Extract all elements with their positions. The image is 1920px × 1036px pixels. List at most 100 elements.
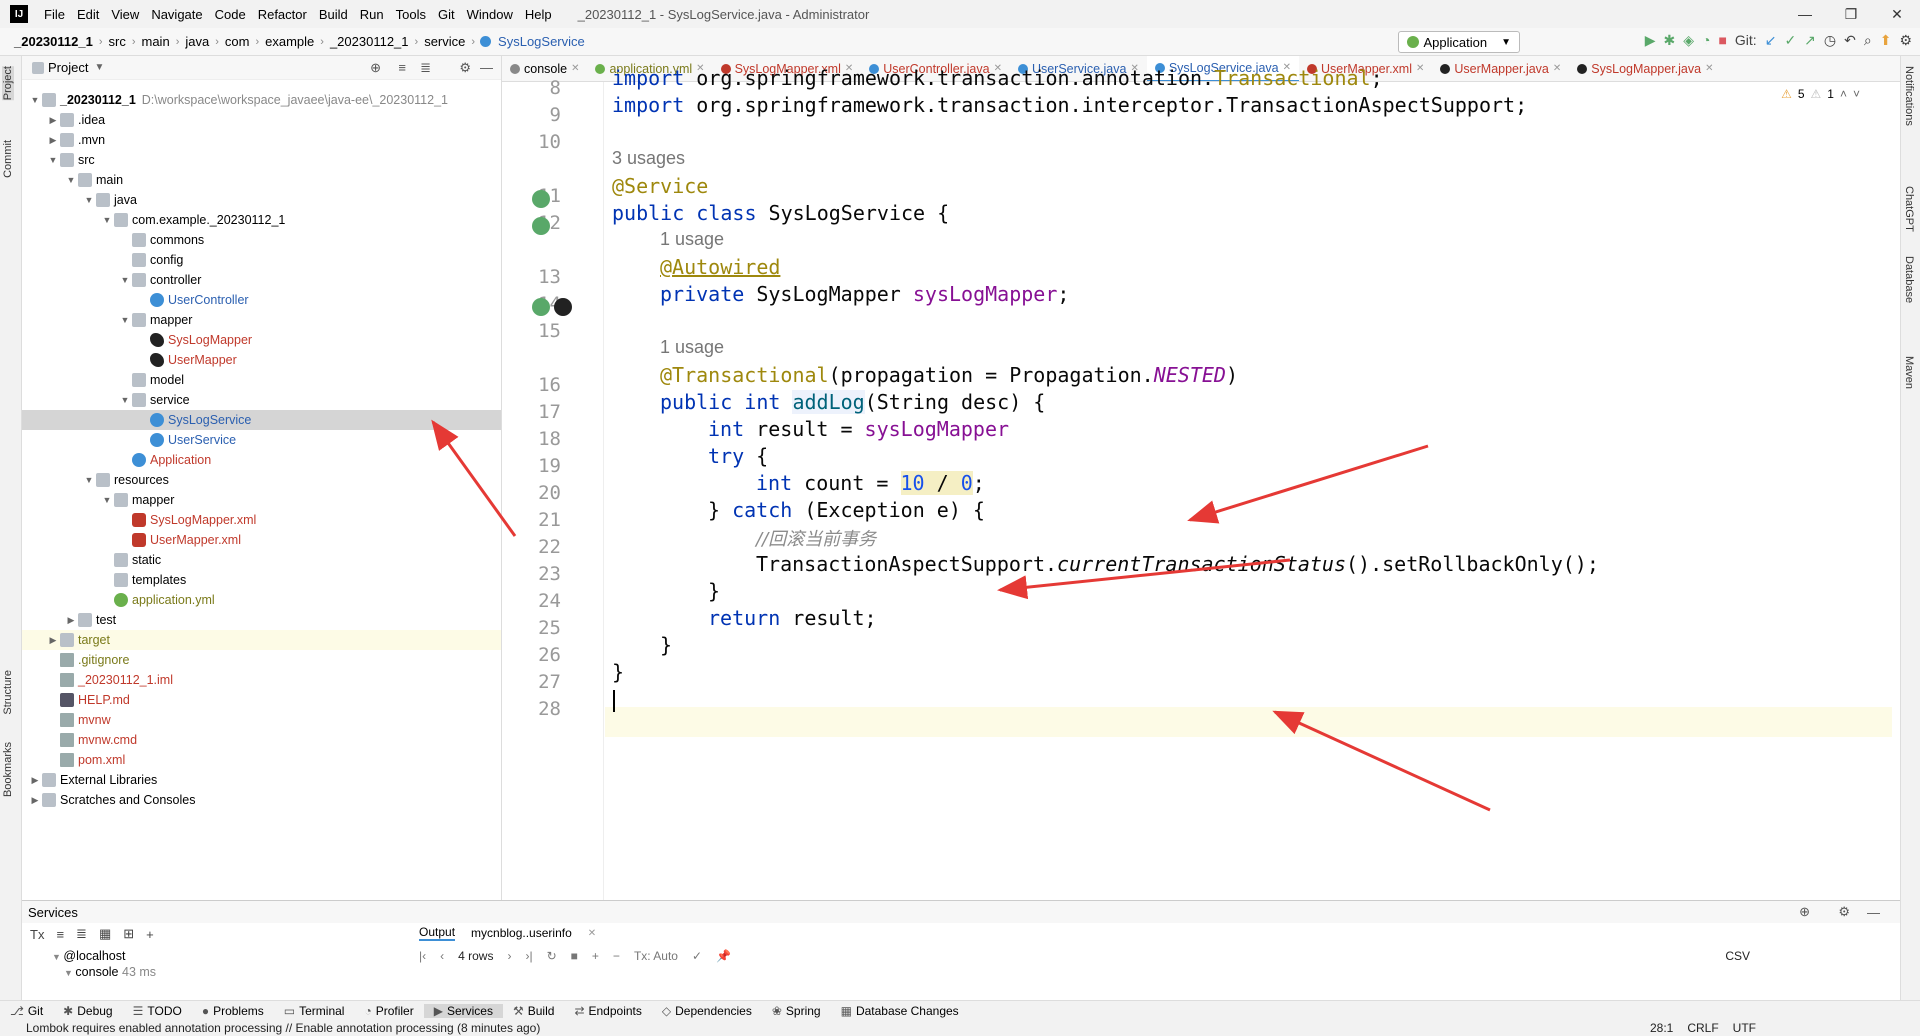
tree-item[interactable]: ▼ com.example._20230112_1	[22, 210, 501, 230]
menu-tools[interactable]: Tools	[390, 7, 432, 22]
file-encoding[interactable]: UTF	[1733, 1020, 1756, 1036]
tree-item[interactable]: ▼ java	[22, 190, 501, 210]
tree-item[interactable]: commons	[22, 230, 501, 250]
export-format[interactable]: CSV	[1725, 949, 1750, 963]
breadcrumb-item[interactable]: src	[104, 34, 129, 49]
tool-window-database-changes[interactable]: ▦ Database Changes	[831, 1004, 969, 1018]
breadcrumb-item[interactable]: com	[221, 34, 254, 49]
line-number[interactable]: 15	[521, 320, 561, 342]
tree-item[interactable]: mvnw.cmd	[22, 730, 501, 750]
bean-icon[interactable]	[532, 217, 550, 235]
tree-item[interactable]: static	[22, 550, 501, 570]
line-number[interactable]: 27	[521, 671, 561, 693]
line-number[interactable]: 19	[521, 455, 561, 477]
chevron-down-icon[interactable]: ▼	[28, 90, 42, 110]
next-page-icon[interactable]: ›	[507, 949, 511, 963]
stop-icon[interactable]: ■	[571, 949, 578, 963]
chevron-down-icon[interactable]: ▼	[46, 150, 60, 170]
chevron-right-icon[interactable]: ▶	[64, 610, 78, 630]
line-separator[interactable]: CRLF	[1687, 1020, 1718, 1036]
coverage-icon[interactable]: ◈	[1683, 32, 1694, 49]
tree-item[interactable]: UserController	[22, 290, 501, 310]
menu-git[interactable]: Git	[432, 7, 461, 22]
tree-item[interactable]: ▶ External Libraries	[22, 770, 501, 790]
line-number[interactable]: 17	[521, 401, 561, 423]
chevron-right-icon[interactable]: ▶	[46, 130, 60, 150]
next-highlight-icon[interactable]: ˅	[1853, 87, 1860, 101]
tree-item[interactable]: SysLogMapper	[22, 330, 501, 350]
line-number[interactable]: 8	[521, 77, 561, 99]
project-panel-title[interactable]: Project	[48, 60, 88, 75]
minimize-icon[interactable]: —	[1782, 0, 1828, 28]
database-tool-button[interactable]: Database	[1903, 256, 1915, 303]
commit-icon[interactable]: ✓	[692, 949, 702, 963]
line-number[interactable]: 21	[521, 509, 561, 531]
stop-icon[interactable]: ■	[1718, 32, 1726, 49]
breadcrumb-item[interactable]: _20230112_1	[10, 34, 97, 49]
editor-tab[interactable]: UserMapper.java ✕	[1432, 56, 1569, 81]
breadcrumb-item[interactable]: example	[261, 34, 318, 49]
chevron-right-icon[interactable]: ▶	[46, 110, 60, 130]
transaction-icon[interactable]: Tx	[30, 927, 44, 942]
rollback-icon[interactable]: ↶	[1844, 32, 1856, 49]
menu-edit[interactable]: Edit	[71, 7, 105, 22]
tree-item[interactable]: ▼ src	[22, 150, 501, 170]
tree-item[interactable]: SysLogMapper.xml	[22, 510, 501, 530]
breadcrumb-item[interactable]: java	[181, 34, 213, 49]
tree-item[interactable]: _20230112_1.iml	[22, 670, 501, 690]
tree-item[interactable]: ▼ mapper	[22, 490, 501, 510]
breadcrumb-item[interactable]: _20230112_1	[326, 34, 413, 49]
tree-item[interactable]: templates	[22, 570, 501, 590]
line-number[interactable]: 18	[521, 428, 561, 450]
tree-item[interactable]: ▶ .idea	[22, 110, 501, 130]
chatgpt-tool-button[interactable]: ChatGPT	[1903, 186, 1915, 232]
tree-item[interactable]: ▶ .mvn	[22, 130, 501, 150]
tool-window-spring[interactable]: ❀ Spring	[762, 1004, 831, 1018]
restore-icon[interactable]: ❐	[1828, 0, 1874, 28]
locate-icon[interactable]: ⊕	[370, 60, 381, 76]
tool-window-endpoints[interactable]: ⇄ Endpoints	[564, 1004, 651, 1018]
chevron-down-icon[interactable]: ▼	[64, 170, 78, 190]
expand-all-icon[interactable]: ≡	[56, 927, 64, 942]
pin-icon[interactable]: 📌	[716, 949, 731, 963]
git-commit-icon[interactable]: ✓	[1784, 32, 1796, 49]
chevron-right-icon[interactable]: ▶	[46, 630, 60, 650]
tool-window-terminal[interactable]: ▭ Terminal	[274, 1004, 355, 1018]
tool-window-todo[interactable]: ☰ TODO	[123, 1004, 192, 1018]
line-number[interactable]: 25	[521, 617, 561, 639]
inspection-widget[interactable]: ⚠ 5 ⚠ 1 ˄ ˅	[1781, 87, 1860, 101]
tree-item[interactable]: ▼ main	[22, 170, 501, 190]
tool-window-problems[interactable]: ● Problems	[192, 1004, 274, 1018]
tree-item[interactable]: ▼ _20230112_1 D:\workspace\workspace_java…	[22, 90, 501, 110]
chevron-down-icon[interactable]: ▼	[118, 270, 132, 290]
usages-hint[interactable]: 1 usage	[660, 229, 724, 250]
chevron-down-icon[interactable]: ▼	[82, 470, 96, 490]
close-icon[interactable]: ✕	[1416, 56, 1424, 81]
project-tool-button[interactable]: Project	[2, 66, 14, 101]
chevron-right-icon[interactable]: ▶	[28, 770, 42, 790]
line-number[interactable]: 22	[521, 536, 561, 558]
line-number[interactable]: 9	[521, 104, 561, 126]
menu-build[interactable]: Build	[313, 7, 354, 22]
breadcrumb-item[interactable]: main	[138, 34, 174, 49]
menu-code[interactable]: Code	[209, 7, 252, 22]
tree-item[interactable]: SysLogService	[22, 410, 501, 430]
tree-item[interactable]: mvnw	[22, 710, 501, 730]
gear-icon[interactable]: ⚙	[459, 60, 471, 76]
breadcrumb-item[interactable]: SysLogService	[494, 34, 589, 49]
debug-icon[interactable]: ✱	[1663, 32, 1675, 49]
tab-output[interactable]: Output	[419, 925, 456, 941]
menu-run[interactable]: Run	[354, 7, 390, 22]
bookmarks-tool-button[interactable]: Bookmarks	[2, 742, 14, 797]
usages-hint[interactable]: 1 usage	[660, 337, 724, 358]
service-item[interactable]: ▼ console 43 ms	[64, 965, 156, 979]
add-service-icon[interactable]: +	[146, 927, 154, 942]
chevron-down-icon[interactable]: ▼	[118, 390, 132, 410]
tree-item[interactable]: ▼ resources	[22, 470, 501, 490]
chevron-down-icon[interactable]: ▼	[94, 62, 104, 73]
menu-help[interactable]: Help	[519, 7, 558, 22]
collapse-all-icon[interactable]: ≣	[420, 60, 431, 76]
tree-item[interactable]: pom.xml	[22, 750, 501, 770]
tree-item[interactable]: UserService	[22, 430, 501, 450]
history-icon[interactable]: ◷	[1824, 32, 1836, 49]
